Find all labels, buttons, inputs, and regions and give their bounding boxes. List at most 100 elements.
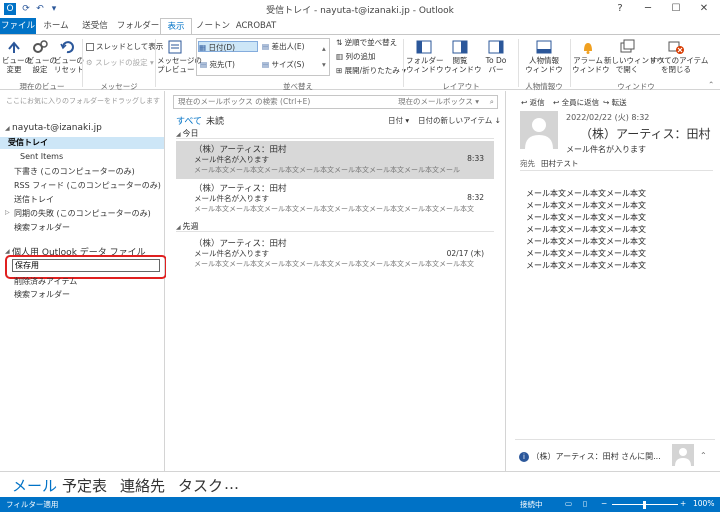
search-scope-dropdown[interactable]: 現在のメールボックス ▾ [398, 96, 479, 108]
expand-icon: ⊞ [336, 66, 345, 75]
collapse-caret-icon[interactable]: ◢ [5, 248, 10, 255]
nav-people[interactable]: 連絡先 [120, 475, 165, 496]
expand-collapse-button[interactable]: ⊞ 展開/折りたたみ ▾ [336, 65, 406, 76]
todo-bar-button[interactable]: To Do バー [478, 39, 514, 74]
people-pane-button[interactable]: 人物情報 ウィンドウ [522, 39, 566, 74]
zoom-in-icon[interactable]: + [680, 499, 686, 508]
arrange-to-label: 宛先(T) [209, 60, 235, 69]
minimize-button[interactable]: ─ [634, 0, 662, 18]
close-all-icon [668, 41, 684, 54]
nav-tasks[interactable]: タスク [178, 475, 223, 496]
search-icon[interactable]: ⌕ [490, 96, 494, 108]
conversation-settings-icon: ⚙ [86, 58, 96, 67]
navigation-bar: メール 予定表 連絡先 タスク … [0, 471, 720, 497]
filter-status: フィルター適用 [6, 500, 59, 509]
sort-order-toggle[interactable]: 日付の新しいアイテム ↓ [418, 115, 501, 126]
folder-deleted-items[interactable]: 削除済みアイテム [14, 276, 77, 287]
maximize-button[interactable]: ☐ [662, 0, 690, 18]
folder-sent-items[interactable]: Sent Items [20, 152, 63, 161]
forward-button[interactable]: ↪ 転送 [603, 97, 627, 108]
arrange-by-to[interactable]: ▤ 宛先(T) [200, 59, 235, 70]
ribbon-separator [155, 39, 156, 87]
filter-all[interactable]: すべて [176, 114, 202, 127]
tab-send-receive[interactable]: 送受信 [76, 18, 114, 34]
collapse-ribbon-button[interactable]: ⌃ [708, 79, 714, 90]
search-input[interactable]: 現在のメールボックス の検索 (Ctrl+E) 現在のメールボックス ▾ ⌕ [173, 95, 498, 109]
tab-file[interactable]: ファイル [0, 18, 36, 34]
open-new-window-button[interactable]: 新しいウィンドウ で開く [604, 39, 664, 74]
search-placeholder: 現在のメールボックス の検索 (Ctrl+E) [178, 97, 311, 106]
body-line: メール本文メール本文メール本文 [526, 213, 646, 222]
gallery-scroll-down[interactable]: ▾ [322, 59, 326, 70]
folder-inbox[interactable]: 受信トレイ [0, 137, 164, 149]
sender-name[interactable]: （株）アーティス：田村 [580, 125, 711, 142]
reading-view-icon[interactable]: ▯ [583, 499, 587, 508]
filter-unread[interactable]: 未読 [206, 114, 224, 127]
to-recipient[interactable]: 田村テスト [541, 158, 579, 169]
reading-pane-button[interactable]: 閲覧 ウィンドウ [444, 39, 482, 74]
arrange-by-date[interactable]: ▦ 日付(D) [198, 41, 258, 52]
connection-status: 接続中 [520, 500, 543, 509]
message-item[interactable]: （株）アーティス：田村 メール件名が入ります 02/17 (木) メール本文メー… [176, 235, 494, 273]
nav-more[interactable]: … [224, 475, 239, 493]
sort-by-dropdown[interactable]: 日付 ▾ [388, 115, 409, 126]
close-all-items-button[interactable]: すべてのアイテム を閉じる [650, 39, 708, 74]
expand-caret-icon[interactable]: ▷ [5, 209, 10, 216]
people-bar[interactable]: i （株）アーティス：田村 さんに関... [519, 451, 661, 462]
reply-all-button[interactable]: ↩ 全員に返信 [553, 97, 599, 108]
conversation-settings-button[interactable]: ⚙ スレッドの設定 ▾ [86, 57, 154, 68]
show-as-conversations-checkbox[interactable]: スレッドとして表示 [86, 41, 163, 52]
account-name[interactable]: nayuta-t@izanaki.jp [12, 123, 102, 133]
checkbox-box [86, 43, 94, 51]
group-header-today[interactable]: ◢ 今日 [176, 128, 494, 139]
message-item[interactable]: （株）アーティス：田村 メール件名が入ります 8:33 メール本文メール本文メー… [176, 141, 494, 179]
tab-folder[interactable]: フォルダー [116, 18, 160, 34]
nav-mail[interactable]: メール [12, 475, 57, 496]
collapse-caret-icon[interactable]: ◢ [5, 125, 10, 132]
folder-pane-button[interactable]: フォルダー ウィンドウ [406, 39, 444, 74]
message-preview-button[interactable]: メッセージの プレビュー [157, 39, 202, 74]
body-line: メール本文メール本文メール本文 [526, 225, 646, 234]
nav-calendar[interactable]: 予定表 [62, 475, 107, 496]
conversation-settings-label: スレッドの設定 [95, 58, 148, 67]
folder-outbox[interactable]: 送信トレイ [14, 194, 54, 205]
message-subject: メール件名が入ります [194, 249, 269, 258]
help-button[interactable]: ? [606, 0, 634, 18]
normal-view-icon[interactable]: ▭ [565, 499, 572, 508]
folder-sync-issues[interactable]: 同期の失敗 (このコンピューターのみ) [14, 208, 151, 219]
message-list: 現在のメールボックス の検索 (Ctrl+E) 現在のメールボックス ▾ ⌕ す… [166, 91, 506, 471]
tab-norton[interactable]: ノートン [194, 18, 232, 34]
zoom-out-icon[interactable]: − [601, 499, 607, 508]
group-header-last-week[interactable]: ◢ 先週 [176, 221, 494, 232]
view-settings-button[interactable]: ビューの 設定 [27, 39, 57, 74]
gallery-scroll-up[interactable]: ▴ [322, 43, 326, 54]
ribbon: ビューの 変更 ビューの 設定 ビューの リセット 現在のビュー スレッドとして… [0, 34, 720, 102]
folder-rss[interactable]: RSS フィード (このコンピューターのみ) [14, 180, 161, 191]
people-pane-label: 人物情報 ウィンドウ [525, 56, 563, 74]
zoom-level[interactable]: 100% [693, 499, 714, 508]
reverse-sort-button[interactable]: ⇅ 逆順で並べ替え [336, 37, 397, 48]
group-label: 先週 [182, 222, 199, 231]
tab-home[interactable]: ホーム [38, 18, 74, 34]
to-label: 宛先 [520, 159, 535, 168]
sender-avatar[interactable] [520, 111, 558, 149]
add-columns-button[interactable]: ▥ 列の追加 [336, 51, 375, 62]
close-button[interactable]: ✕ [690, 0, 718, 18]
folder-rename-input[interactable] [12, 259, 160, 272]
folder-search-folders[interactable]: 検索フォルダー [14, 222, 70, 233]
reply-button[interactable]: ↩ 返信 [521, 97, 545, 108]
arrange-by-from[interactable]: ▤ 差出人(E) [262, 41, 305, 52]
tab-view[interactable]: 表示 [160, 18, 192, 34]
arrange-by-size[interactable]: ▤ サイズ(S) [262, 59, 304, 70]
zoom-slider-thumb[interactable] [643, 501, 646, 509]
reset-view-button[interactable]: ビューの リセット [54, 39, 84, 74]
people-bar-expand-icon[interactable]: ⌃ [700, 451, 707, 460]
change-view-button[interactable]: ビューの 変更 [2, 39, 32, 74]
reminders-window-button[interactable]: アラーム ウィンドウ [572, 39, 610, 74]
folder-personal-search[interactable]: 検索フォルダー [14, 289, 70, 300]
account-label: nayuta-t@izanaki.jp [12, 123, 102, 133]
message-item[interactable]: （株）アーティス：田村 メール件名が入ります 8:32 メール本文メール本文メー… [176, 180, 494, 218]
tab-acrobat[interactable]: ACROBAT [234, 18, 278, 34]
people-bar-avatar[interactable] [672, 444, 694, 466]
folder-drafts[interactable]: 下書き (このコンピューターのみ) [14, 166, 135, 177]
